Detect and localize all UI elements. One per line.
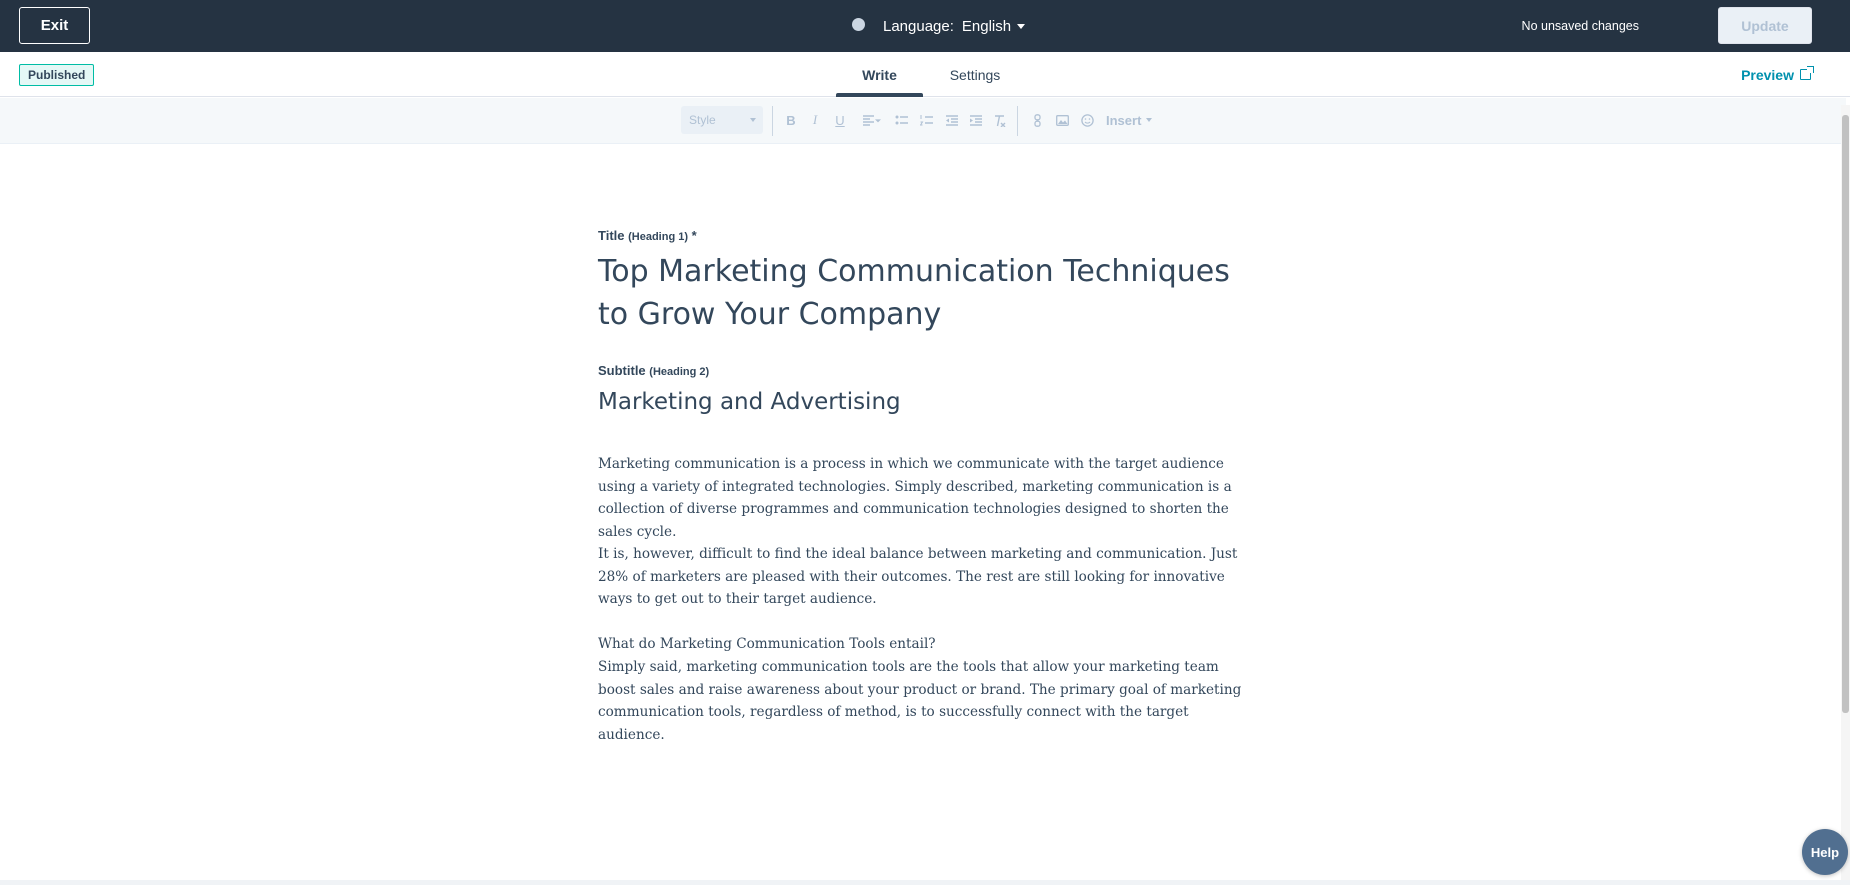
help-button[interactable]: Help bbox=[1802, 829, 1848, 875]
toolbar-divider bbox=[1017, 106, 1018, 136]
language-dropdown[interactable]: English bbox=[961, 17, 1026, 35]
globe-icon bbox=[852, 17, 865, 31]
tab-settings[interactable]: Settings bbox=[940, 52, 1010, 97]
save-status: No unsaved changes bbox=[1521, 19, 1639, 33]
indent-icon[interactable] bbox=[966, 110, 984, 130]
tab-write[interactable]: Write bbox=[836, 52, 923, 97]
title-sublabel: (Heading 1) bbox=[628, 231, 689, 243]
update-button[interactable]: Update bbox=[1718, 7, 1812, 44]
insert-label: Insert bbox=[1106, 112, 1142, 128]
required-marker: * bbox=[691, 228, 697, 243]
align-icon[interactable] bbox=[858, 110, 884, 130]
language-selector: Language: English bbox=[852, 0, 1026, 52]
insert-dropdown[interactable]: Insert bbox=[1106, 110, 1153, 130]
italic-icon[interactable]: I bbox=[806, 110, 824, 130]
clear-format-icon[interactable] bbox=[990, 110, 1008, 130]
top-bar: Exit Language: English No unsaved change… bbox=[0, 0, 1850, 52]
emoji-icon[interactable] bbox=[1078, 110, 1096, 130]
subtitle-label: Subtitle bbox=[598, 363, 646, 378]
bold-icon[interactable]: B bbox=[782, 110, 800, 130]
body-heading-line[interactable]: What do Marketing Communication Tools en… bbox=[598, 633, 1243, 656]
subtitle-field-label: Subtitle (Heading 2) bbox=[598, 363, 709, 378]
title-label: Title bbox=[598, 228, 625, 243]
chevron-down-icon bbox=[750, 118, 756, 122]
underline-icon[interactable]: U bbox=[831, 110, 849, 130]
bulleted-list-icon[interactable] bbox=[892, 110, 910, 130]
editor-toolbar: Style B I U Insert bbox=[0, 98, 1846, 144]
body-paragraph[interactable]: It is, however, difficult to find the id… bbox=[598, 543, 1243, 611]
subtitle-sublabel: (Heading 2) bbox=[649, 366, 710, 378]
language-label: Language: bbox=[883, 17, 954, 35]
subtitle-input[interactable]: Marketing and Advertising bbox=[598, 386, 1248, 418]
bottom-edge bbox=[0, 880, 1850, 885]
exit-button[interactable]: Exit bbox=[19, 7, 90, 44]
preview-link[interactable]: Preview bbox=[1741, 52, 1814, 97]
body-paragraph[interactable]: Marketing communication is a process in … bbox=[598, 453, 1243, 543]
link-icon[interactable] bbox=[1028, 110, 1046, 130]
title-field-label: Title (Heading 1) * bbox=[598, 228, 697, 243]
external-link-icon bbox=[1800, 66, 1814, 80]
style-placeholder: Style bbox=[689, 113, 716, 127]
style-select[interactable]: Style bbox=[681, 106, 763, 134]
chevron-down-icon bbox=[1146, 118, 1153, 122]
preview-label: Preview bbox=[1741, 66, 1794, 83]
chevron-down-icon bbox=[1017, 23, 1026, 29]
image-icon[interactable] bbox=[1053, 110, 1071, 130]
tab-bar: Published Write Settings Preview bbox=[0, 52, 1850, 97]
body-paragraph[interactable]: Simply said, marketing communication too… bbox=[598, 656, 1243, 746]
numbered-list-icon[interactable] bbox=[917, 110, 935, 130]
scrollbar-thumb[interactable] bbox=[1842, 115, 1849, 713]
language-value: English bbox=[961, 17, 1012, 35]
outdent-icon[interactable] bbox=[942, 110, 960, 130]
toolbar-divider bbox=[772, 106, 773, 136]
status-badge: Published bbox=[19, 64, 95, 86]
title-input[interactable]: Top Marketing Communication Techniques t… bbox=[598, 250, 1248, 336]
